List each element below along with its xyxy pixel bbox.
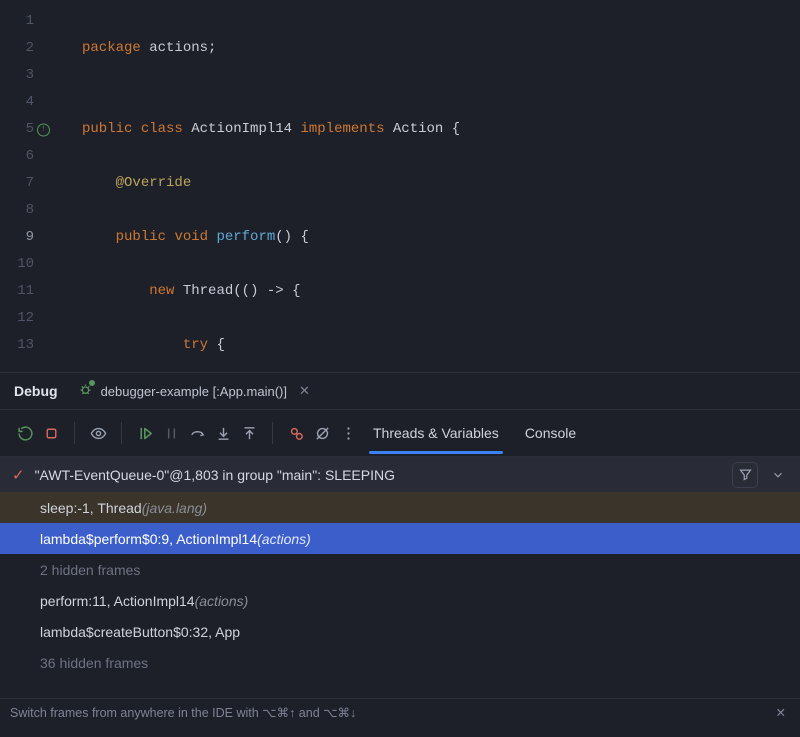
- kw: public: [82, 121, 132, 137]
- step-out-button[interactable]: [236, 420, 262, 446]
- line-number: 5: [0, 116, 52, 143]
- hidden-frames-row[interactable]: 36 hidden frames: [0, 647, 800, 678]
- line-number: 11: [0, 278, 52, 305]
- debug-toolbar: Threads & Variables Console: [0, 410, 800, 456]
- thread-text: "AWT-EventQueue-0"@1,803 in group "main"…: [35, 467, 395, 483]
- separator: [121, 422, 122, 444]
- text: {: [452, 121, 460, 137]
- stack-frame[interactable]: lambda$createButton$0:32, App: [0, 616, 800, 647]
- stack-frame[interactable]: perform:11, ActionImpl14 (actions): [0, 585, 800, 616]
- frame-text: sleep:-1, Thread: [40, 500, 142, 516]
- line-number: 9: [0, 224, 52, 251]
- step-over-button[interactable]: [184, 420, 210, 446]
- frame-pkg: (actions): [195, 593, 249, 609]
- more-options-button[interactable]: [335, 420, 361, 446]
- kw: implements: [300, 121, 384, 137]
- line-number: 8: [0, 197, 52, 224]
- debug-subtabs: Threads & Variables Console: [373, 413, 576, 453]
- cls: ActionImpl14: [191, 121, 292, 137]
- debug-tool-window-header: Debug debugger-example [:App.main()] ✕: [0, 372, 800, 410]
- resume-button[interactable]: [132, 420, 158, 446]
- kw: new: [149, 283, 174, 299]
- text: {: [300, 229, 308, 245]
- line-number-text: 5: [26, 121, 34, 137]
- run-config-label: debugger-example [:App.main()]: [101, 384, 287, 399]
- mute-breakpoints-button[interactable]: [309, 420, 335, 446]
- run-config-tab[interactable]: debugger-example [:App.main()] ✕: [72, 378, 320, 404]
- text: (() -> {: [233, 283, 300, 299]
- line-number: 10: [0, 251, 52, 278]
- debug-tab[interactable]: Debug: [14, 383, 58, 399]
- rerun-button[interactable]: [12, 420, 38, 446]
- tip-text: Switch frames from anywhere in the IDE w…: [10, 705, 356, 720]
- text: actions;: [149, 40, 216, 56]
- separator: [272, 422, 273, 444]
- close-tip-icon[interactable]: ✕: [772, 705, 790, 720]
- text: (): [275, 229, 292, 245]
- step-into-button[interactable]: [210, 420, 236, 446]
- frame-text: lambda$createButton$0:32, App: [40, 624, 240, 640]
- show-execution-point-button[interactable]: [85, 420, 111, 446]
- kw: void: [174, 229, 208, 245]
- line-number: 12: [0, 305, 52, 332]
- kw: try: [183, 337, 208, 353]
- thread-selector[interactable]: ✓ "AWT-EventQueue-0"@1,803 in group "mai…: [0, 456, 800, 492]
- expand-thread-button[interactable]: [768, 462, 788, 488]
- inherited-method-icon[interactable]: [37, 123, 50, 136]
- bug-icon: [78, 382, 93, 400]
- separator: [74, 422, 75, 444]
- fn: perform: [216, 229, 275, 245]
- frame-text: lambda$perform$0:9, ActionImpl14: [40, 531, 257, 547]
- line-number: 3: [0, 62, 52, 89]
- line-number: 4: [0, 89, 52, 116]
- gutter: 1 2 3 4 5 6 7 8 9 10 11 12 13: [0, 0, 52, 372]
- frame-text: perform:11, ActionImpl14: [40, 593, 195, 609]
- cls: Thread: [183, 283, 233, 299]
- line-number: 13: [0, 332, 52, 359]
- filter-button[interactable]: [732, 462, 758, 488]
- frame-text: 36 hidden frames: [40, 655, 148, 671]
- stop-button[interactable]: [38, 420, 64, 446]
- stack-frame[interactable]: lambda$perform$0:9, ActionImpl14 (action…: [0, 523, 800, 554]
- frame-pkg: (actions): [257, 531, 311, 547]
- pause-button[interactable]: [158, 420, 184, 446]
- kw: public: [116, 229, 166, 245]
- hidden-frames-row[interactable]: 2 hidden frames: [0, 554, 800, 585]
- view-breakpoints-button[interactable]: [283, 420, 309, 446]
- checkmark-icon: ✓: [12, 466, 25, 484]
- code-area[interactable]: package actions; public class ActionImpl…: [52, 0, 800, 372]
- annotation: @Override: [116, 175, 192, 191]
- close-icon[interactable]: ✕: [295, 383, 314, 399]
- cls: Action: [393, 121, 443, 137]
- code-editor[interactable]: 1 2 3 4 5 6 7 8 9 10 11 12 13 package ac…: [0, 0, 800, 372]
- threads-tab[interactable]: Threads & Variables: [373, 413, 499, 453]
- frame-text: 2 hidden frames: [40, 562, 140, 578]
- tip-footer: Switch frames from anywhere in the IDE w…: [0, 698, 800, 726]
- line-number: 2: [0, 35, 52, 62]
- console-tab[interactable]: Console: [525, 413, 576, 453]
- text: {: [216, 337, 224, 353]
- line-number: 7: [0, 170, 52, 197]
- frames-list: sleep:-1, Thread (java.lang) lambda$perf…: [0, 492, 800, 678]
- kw: package: [82, 40, 141, 56]
- frame-pkg: (java.lang): [142, 500, 207, 516]
- kw: class: [141, 121, 183, 137]
- line-number: 6: [0, 143, 52, 170]
- line-number: 1: [0, 8, 52, 35]
- stack-frame[interactable]: sleep:-1, Thread (java.lang): [0, 492, 800, 523]
